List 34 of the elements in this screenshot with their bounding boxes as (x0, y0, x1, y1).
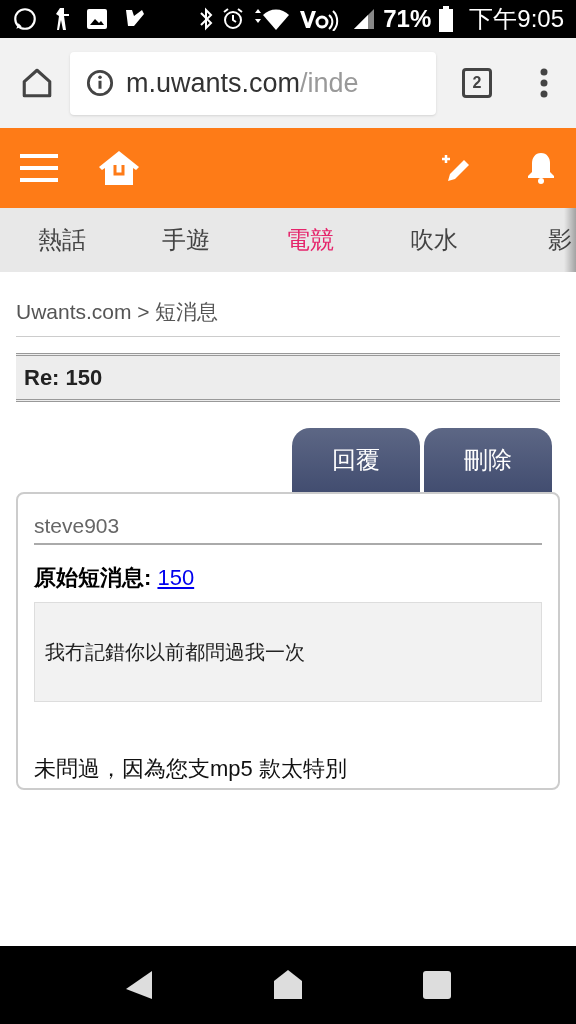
quote-text: 我冇記錯你以前都問過我一次 (45, 640, 305, 665)
category-tab[interactable]: 電競 (248, 222, 372, 258)
bluetooth-icon (199, 7, 214, 31)
wifi-icon (253, 7, 292, 31)
info-icon (86, 69, 114, 97)
clock: 下午9:05 (469, 4, 564, 34)
compose-icon[interactable] (440, 153, 470, 183)
battery-icon (439, 6, 454, 32)
address-bar[interactable]: m.uwants.com/inde (70, 51, 436, 115)
battery-percent: 71% (383, 4, 432, 34)
chat-icon (12, 6, 38, 32)
action-tab-button[interactable]: 刪除 (424, 427, 552, 492)
home-icon[interactable] (20, 66, 54, 100)
category-tab[interactable]: 熱話 (0, 222, 124, 258)
notification-bell-icon[interactable] (526, 151, 556, 185)
url-text: m.uwants.com/inde (126, 66, 359, 100)
figure-icon (54, 6, 70, 32)
signal-icon (353, 8, 376, 30)
message-title: Re: 150 (24, 363, 103, 392)
original-link[interactable]: 150 (157, 565, 195, 590)
category-tab[interactable]: 影 (548, 222, 572, 258)
category-tab[interactable]: 吹水 (372, 222, 496, 258)
image-icon (86, 8, 108, 30)
home-icon[interactable] (273, 969, 303, 1001)
breadcrumb: Uwants.com > 短消息 (16, 296, 560, 337)
recents-icon[interactable] (422, 970, 453, 1000)
menu-icon[interactable] (540, 68, 548, 98)
sender-name: steve903 (34, 509, 542, 545)
tab-count[interactable]: 2 (462, 68, 492, 98)
original-label: 原始短消息: (34, 565, 152, 590)
house-logo-icon[interactable] (98, 150, 140, 186)
category-tab[interactable]: 手遊 (124, 222, 248, 258)
action-tab-button[interactable]: 回覆 (292, 427, 420, 492)
message-body: 未問過，因為您支mp5 款太特別 (34, 755, 348, 783)
